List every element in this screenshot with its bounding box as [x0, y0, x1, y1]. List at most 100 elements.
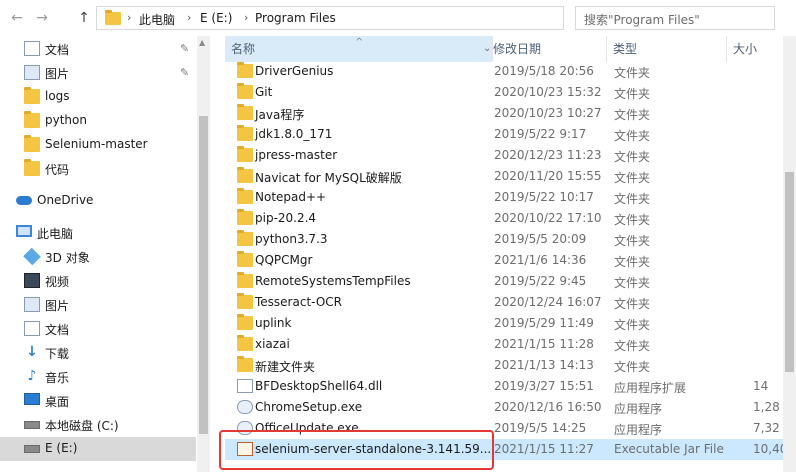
column-size-label: 大小 [733, 42, 758, 56]
file-row[interactable]: Java程序 2020/10/23 10:27 文件夹 [225, 103, 785, 124]
file-list: 名称 ^ ⌄ 修改日期 类型 大小 DriverGenius 2019/5/18 … [215, 36, 796, 472]
file-row[interactable]: 新建文件夹 2021/1/13 14:13 文件夹 [225, 355, 785, 376]
column-size[interactable]: 大小 [727, 36, 787, 62]
file-type: 文件夹 [614, 234, 651, 248]
file-date: 2020/10/23 15:32 [494, 85, 602, 99]
video-icon [24, 273, 40, 288]
column-type-label: 类型 [613, 42, 638, 56]
sidebar-item-videos[interactable]: 视频 [0, 269, 196, 293]
file-list-scrollbar[interactable] [783, 36, 796, 472]
file-date: 2020/10/23 10:27 [494, 106, 602, 120]
up-arrow-icon[interactable]: ↑ [75, 10, 93, 26]
file-name: uplink [255, 316, 292, 330]
sidebar-item-label: OneDrive [37, 193, 94, 207]
file-name: Java程序 [255, 108, 305, 122]
file-date: 2021/1/15 11:28 [494, 337, 594, 351]
folder-icon [24, 159, 40, 176]
file-name: Navicat for MySQL破解版 [255, 171, 402, 185]
file-date: 2019/5/22 9:17 [494, 127, 587, 141]
breadcrumb-this-pc[interactable]: 此电脑 [139, 11, 175, 28]
folder-icon [237, 188, 253, 204]
breadcrumb-separator: › [127, 11, 132, 24]
folder-icon [237, 335, 253, 351]
sidebar-item-label: 文档 [45, 43, 70, 57]
folder-icon [24, 87, 40, 104]
sidebar-item-onedrive[interactable]: OneDrive [0, 189, 196, 213]
file-row[interactable]: BFDesktopShell64.dll 2019/3/27 15:51 应用程序扩… [225, 376, 785, 397]
sidebar-item-logs[interactable]: logs [0, 85, 196, 109]
file-row[interactable]: Navicat for MySQL破解版 2020/11/20 15:55 文件夹 [225, 166, 785, 187]
file-row[interactable]: jdk1.8.0_171 2019/5/22 9:17 文件夹 [225, 124, 785, 145]
download-icon: ↓ [26, 344, 38, 360]
breadcrumb-separator: › [187, 11, 192, 24]
file-name: Git [255, 85, 273, 99]
file-row[interactable]: ChromeSetup.exe 2020/12/16 16:50 应用程序 1,28 [225, 397, 785, 418]
pin-icon[interactable]: ✎ [180, 66, 189, 79]
sidebar-item-selenium-master[interactable]: Selenium-master [0, 133, 196, 157]
sidebar-item-label: 音乐 [45, 371, 70, 385]
file-size: 14 [753, 379, 769, 393]
sort-ascending-icon: ^ [355, 37, 364, 48]
sidebar-item-desktop[interactable]: 桌面 [0, 389, 196, 413]
file-row[interactable]: xiazai 2021/1/15 11:28 文件夹 [225, 334, 785, 355]
sidebar-item-code[interactable]: 代码 [0, 157, 196, 181]
scrollbar-thumb[interactable] [785, 172, 794, 372]
file-row[interactable]: QQPCMgr 2021/1/6 14:36 文件夹 [225, 250, 785, 271]
file-type: 应用程序扩展 [614, 381, 687, 395]
file-name: Notepad++ [255, 190, 327, 204]
sidebar-item-label: 文档 [45, 323, 70, 337]
sidebar-item-label: 下载 [45, 347, 70, 361]
sidebar-item-downloads[interactable]: ↓ 下载 [0, 341, 196, 365]
file-row[interactable]: Tesseract-OCR 2020/12/24 16:07 文件夹 [225, 292, 785, 313]
file-row[interactable]: uplink 2019/5/29 11:49 文件夹 [225, 313, 785, 334]
file-date: 2020/12/24 16:07 [494, 295, 602, 309]
folder-icon [237, 272, 253, 288]
file-type: 文件夹 [614, 276, 651, 290]
sidebar-item-label: 此电脑 [37, 227, 74, 241]
file-type: 文件夹 [614, 213, 651, 227]
column-type[interactable]: 类型 [607, 36, 727, 62]
navigation-scrollbar[interactable]: ▲ [197, 36, 210, 472]
folder-icon [237, 293, 253, 309]
folder-icon [237, 356, 253, 372]
sidebar-item-documents-2[interactable]: 文档 [0, 317, 196, 341]
file-date: 2019/5/29 11:49 [494, 316, 594, 330]
sidebar-item-pictures-2[interactable]: 图片 [0, 293, 196, 317]
file-row[interactable]: RemoteSystemsTempFiles 2019/5/22 9:45 文件夹 [225, 271, 785, 292]
music-icon: ♪ [27, 368, 37, 384]
folder-icon [237, 209, 253, 225]
file-type: Executable Jar File [614, 442, 724, 456]
pin-icon[interactable]: ✎ [180, 42, 189, 55]
sidebar-item-python[interactable]: python [0, 109, 196, 133]
column-date[interactable]: 修改日期 [487, 36, 607, 62]
search-box[interactable]: 搜索"Program Files" [575, 6, 775, 30]
sidebar-item-music[interactable]: ♪ 音乐 [0, 365, 196, 389]
breadcrumb-drive-e[interactable]: E (E:) [200, 11, 232, 25]
file-row[interactable]: jpress-master 2020/12/23 11:23 文件夹 [225, 145, 785, 166]
file-row[interactable]: python3.7.3 2019/5/5 20:09 文件夹 [225, 229, 785, 250]
file-row[interactable]: DriverGenius 2019/5/18 20:56 文件夹 [225, 61, 785, 82]
forward-arrow-icon[interactable]: → [33, 10, 51, 26]
file-date: 2019/5/5 14:25 [494, 421, 587, 435]
sidebar-item-this-pc[interactable]: 此电脑 [0, 221, 196, 245]
back-arrow-icon[interactable]: ← [8, 10, 26, 26]
sidebar-item-drive-c[interactable]: 本地磁盘 (C:) [0, 413, 196, 437]
column-name[interactable]: 名称 ^ ⌄ [225, 36, 493, 62]
scroll-up-icon[interactable]: ▲ [199, 38, 205, 47]
file-row[interactable]: Notepad++ 2019/5/22 10:17 文件夹 [225, 187, 785, 208]
file-date: 2020/12/16 16:50 [494, 400, 602, 414]
sidebar-item-label: 图片 [45, 299, 70, 313]
sidebar-item-pictures[interactable]: 图片 ✎ [0, 61, 196, 85]
column-name-label: 名称 [231, 42, 256, 56]
drive-icon [24, 421, 40, 429]
file-type: 文件夹 [614, 108, 651, 122]
scrollbar-thumb[interactable] [199, 116, 208, 434]
file-type: 文件夹 [614, 297, 651, 311]
file-row[interactable]: pip-20.2.4 2020/10/22 17:10 文件夹 [225, 208, 785, 229]
sidebar-item-documents[interactable]: 文档 ✎ [0, 37, 196, 61]
file-row[interactable]: Git 2020/10/23 15:32 文件夹 [225, 82, 785, 103]
address-bar[interactable]: › 此电脑 › E (E:) › Program Files [96, 6, 564, 30]
sidebar-item-drive-e[interactable]: E (E:) [0, 437, 196, 461]
breadcrumb-program-files[interactable]: Program Files [255, 11, 336, 25]
sidebar-item-3d-objects[interactable]: 3D 对象 [0, 245, 196, 269]
